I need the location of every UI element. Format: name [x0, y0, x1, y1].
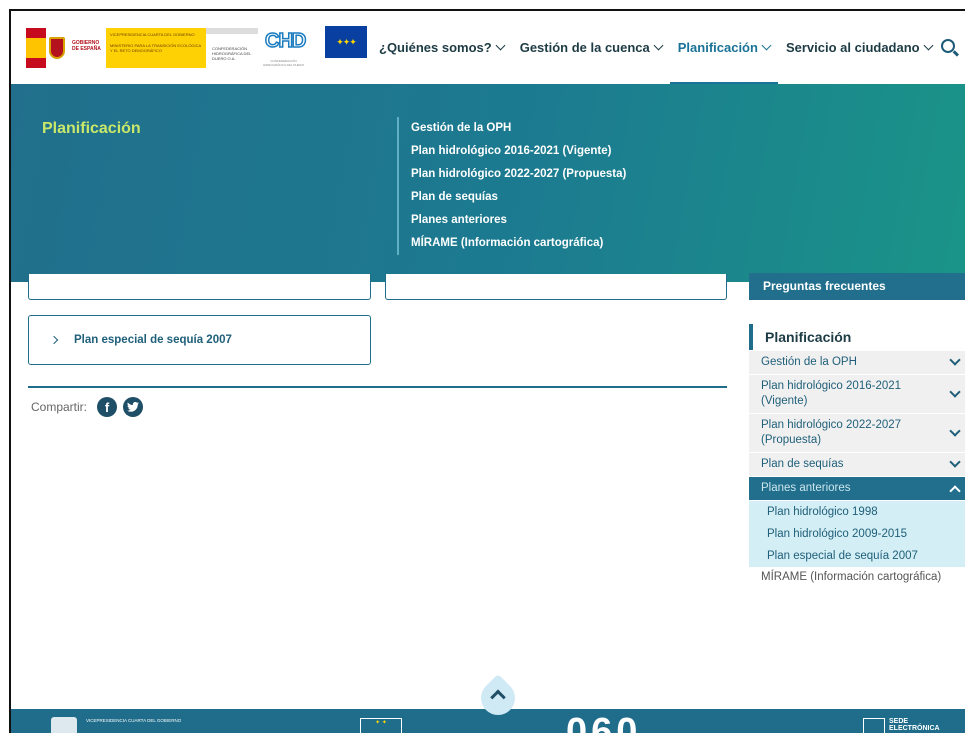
sidebar-sub-plan-sequia-2007[interactable]: Plan especial de sequía 2007 [749, 545, 965, 567]
sidebar-item-label: Gestión de la OPH [761, 356, 857, 368]
sidebar-item-plan-2022-2027[interactable]: Plan hidrológico 2022-2027 (Propuesta) [749, 414, 965, 453]
facebook-icon[interactable]: f [97, 397, 118, 417]
ministerio-text: VICEPRESIDENCIA CUARTA DEL GOBIERNO MINI… [106, 28, 206, 68]
nav-label: Servicio al ciudadano [785, 40, 920, 55]
sidebar-preguntas-frecuentes[interactable]: Preguntas frecuentes [749, 273, 965, 300]
chevron-down-icon [653, 40, 664, 51]
sidebar-item-label: Plan hidrológico 2022-2027 (Propuesta) [761, 419, 902, 446]
mega-link-plan-2022-2027[interactable]: Plan hidrológico 2022-2027 (Propuesta) [411, 163, 626, 186]
mega-menu-title[interactable]: Planificación [42, 120, 141, 138]
sidebar-item-label: Plan de sequías [761, 458, 844, 470]
chevron-down-icon[interactable] [949, 354, 961, 366]
chd-letters: CHD [264, 29, 307, 53]
nav-servicio-ciudadano[interactable]: Servicio al ciudadano [778, 11, 940, 84]
sede-label: SEDE ELECTRÓNICA [889, 718, 940, 732]
gobierno-logo[interactable]: GOBIERNO DE ESPAÑA VICEPRESIDENCIA CUART… [26, 28, 258, 68]
nav-label: Planificación [677, 40, 758, 55]
coat-of-arms-icon [51, 717, 77, 733]
chevron-up-icon [490, 689, 506, 706]
vicepresidencia-text: VICEPRESIDENCIA CUARTA DEL GOBIERNO [110, 32, 195, 37]
mega-link-mirame[interactable]: MÍRAME (Información cartográfica) [411, 232, 626, 255]
share-bar: Compartir: f [31, 397, 144, 417]
sidebar-item-label: Planes anteriores [761, 482, 851, 494]
sidebar-item-plan-2016-2021[interactable]: Plan hidrológico 2016-2021 (Vigente) [749, 375, 965, 414]
twitter-bird-shape [127, 402, 140, 412]
mega-link-plan-2016-2021[interactable]: Plan hidrológico 2016-2021 (Vigente) [411, 140, 626, 163]
eu-flag-icon: ✦✦✦ [325, 26, 367, 58]
search-icon[interactable] [941, 39, 955, 53]
chd-subtitle: CONFEDERACIÓN HIDROGRÁFICA DEL DUERO [262, 59, 305, 67]
chevron-up-icon[interactable] [949, 484, 961, 497]
chevron-right-icon [49, 335, 59, 345]
mega-link-plan-sequias[interactable]: Plan de sequías [411, 186, 626, 209]
footer-060-logo[interactable]: 060 [566, 713, 641, 733]
content-card[interactable] [385, 274, 727, 300]
nav-label: ¿Quiénes somos? [379, 40, 492, 55]
nav-gestion-cuenca[interactable]: Gestión de la cuenca [512, 11, 670, 84]
sidebar-item-plan-sequias[interactable]: Plan de sequías [749, 453, 965, 477]
sidebar-sub-plan-2009-2015[interactable]: Plan hidrológico 2009-2015 [749, 523, 965, 545]
nav-label: Gestión de la cuenca [519, 40, 650, 55]
sidebar-item-label: Plan hidrológico 2016-2021 (Vigente) [761, 380, 902, 407]
ministerio-name: MINISTERIO PARA LA TRANSICIÓN ECOLÓGICA … [110, 43, 201, 53]
gobierno-text: GOBIERNO DE ESPAÑA [68, 28, 106, 68]
nav-quienes-somos[interactable]: ¿Quiénes somos? [371, 11, 512, 84]
sede-electronica-link[interactable]: SEDE ELECTRÓNICA [863, 718, 953, 733]
sidebar-item-mirame[interactable]: MÍRAME (Información cartográfica) [749, 567, 965, 587]
confederacion-text: CONFEDERACIÓN HIDROGRÁFICA DEL DUERO O.A… [206, 28, 258, 68]
sidebar-title: Planificación [749, 324, 965, 350]
chevron-down-icon [761, 40, 772, 51]
mega-link-gestion-oph[interactable]: Gestión de la OPH [411, 117, 626, 140]
main-nav: ¿Quiénes somos? Gestión de la cuenca Pla… [371, 11, 940, 84]
sidebar-item-gestion-oph[interactable]: Gestión de la OPH [749, 351, 965, 375]
nav-planificacion[interactable]: Planificación [669, 11, 779, 84]
chevron-down-icon [923, 40, 934, 51]
content-divider [28, 386, 727, 388]
mega-link-planes-anteriores[interactable]: Planes anteriores [411, 209, 626, 232]
browser-viewport: GOBIERNO DE ESPAÑA VICEPRESIDENCIA CUART… [9, 9, 965, 733]
eu-flag-icon: ✦ ✦ [360, 718, 402, 733]
chevron-down-icon[interactable] [949, 456, 961, 468]
share-label: Compartir: [31, 400, 88, 414]
sidebar-item-planes-anteriores[interactable]: Planes anteriores [749, 477, 965, 501]
mega-menu-planificacion: Planificación Gestión de la OPH Plan hid… [11, 84, 965, 282]
spain-flag-stripe [26, 28, 46, 68]
card-label: Plan especial de sequía 2007 [74, 334, 232, 346]
card-plan-sequia-2007[interactable]: Plan especial de sequía 2007 [28, 315, 371, 365]
mega-menu-links: Gestión de la OPH Plan hidrológico 2016-… [397, 117, 626, 255]
coat-of-arms-icon [46, 28, 68, 68]
sede-icon [863, 718, 885, 733]
sidebar-submenu: Plan hidrológico 1998 Plan hidrológico 2… [749, 501, 965, 567]
twitter-icon[interactable] [123, 397, 144, 417]
site-header: GOBIERNO DE ESPAÑA VICEPRESIDENCIA CUART… [11, 11, 965, 84]
chevron-down-icon [495, 40, 506, 51]
chevron-down-icon[interactable] [949, 385, 961, 398]
chd-logo[interactable]: CHD CONFEDERACIÓN HIDROGRÁFICA DEL DUERO [261, 28, 307, 73]
footer-vicepresidencia: VICEPRESIDENCIA CUARTA DEL GOBIERNO [86, 718, 182, 723]
sidebar-sub-plan-1998[interactable]: Plan hidrológico 1998 [749, 501, 965, 523]
content-card[interactable] [28, 274, 371, 300]
chevron-down-icon[interactable] [949, 424, 961, 437]
sidebar-menu: Gestión de la OPH Plan hidrológico 2016-… [749, 351, 965, 587]
